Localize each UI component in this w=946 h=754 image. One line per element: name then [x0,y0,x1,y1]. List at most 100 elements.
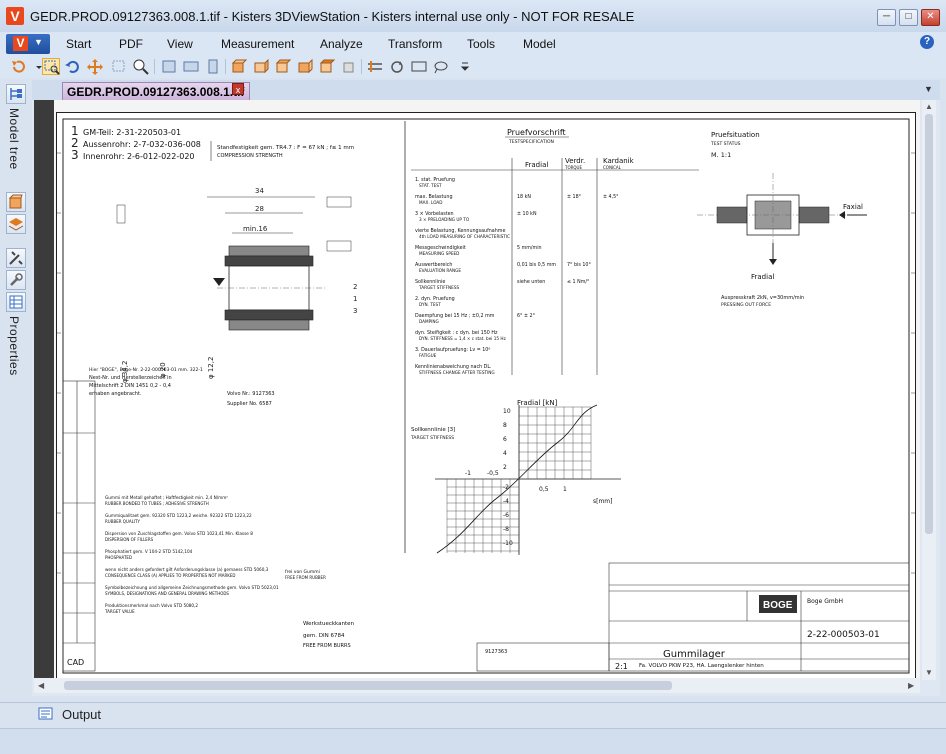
supplier-number: Supplier No. 6587 [227,401,272,407]
pan-icon[interactable] [86,58,104,75]
chart-target-en: TARGET STIFFNESS [410,435,454,441]
rectangle-icon[interactable] [410,58,428,75]
spec-row-en: DAMPING [419,319,439,324]
strength-note: Standfestigkeit gem. TR4.7 : F = 67 kN ;… [217,145,354,151]
drawing-viewport[interactable]: 1 GM-Teil: 2-31-220503-01 2 Aussenrohr: … [34,100,920,680]
chart-title: Fradial [kN] [517,399,558,407]
part-number: 2-22-000503-01 [807,630,880,640]
output-icon[interactable] [38,707,53,720]
spec-row-radial: ± 10 kN [517,211,537,217]
spec-row-torque: ± 18° [567,194,581,200]
spec-row-en: MEASURING SPEED [419,251,459,256]
rotate-icon[interactable] [64,58,82,75]
vertical-scroll-thumb[interactable] [925,114,933,534]
select-zoom-icon[interactable] [42,58,60,75]
wrench-icon[interactable] [6,270,26,290]
view-iso-icon[interactable] [340,58,358,75]
scale-value: 2:1 [615,662,628,671]
svg-text:TARGET VALUE: TARGET VALUE [104,609,135,614]
zoom-icon[interactable] [132,58,150,75]
header-line-1: GM-Teil: 2-31-220503-01 [83,128,181,137]
fit-width-icon[interactable] [182,58,200,75]
reset-view-icon[interactable] [10,58,28,75]
tab-list-icon[interactable]: ▼ [924,84,933,94]
title-bar: V GEDR.PROD.09127363.008.1.tif - Kisters… [0,0,946,33]
scale-label: M. 1:1 [711,151,731,159]
scroll-right-icon[interactable]: ▶ [908,681,914,690]
menu-pdf[interactable]: PDF [119,37,143,51]
minimize-button[interactable]: ─ [877,9,896,26]
svg-text:RUBBER QUALITY: RUBBER QUALITY [105,519,140,524]
lasso-icon[interactable] [432,58,450,75]
svg-text:Gummiqualitaet gem. 92320 STD: Gummiqualitaet gem. 92320 STD 1223,2 wei… [105,513,252,518]
spec-row-torque: 7° bis 10° [567,262,591,268]
app-menu-button[interactable]: V ▼ [6,34,50,54]
select-area-icon[interactable] [110,58,128,75]
view-top-icon[interactable] [318,58,336,75]
menu-start[interactable]: Start [66,37,91,51]
document-tabstrip: GEDR.PROD.09127363.008.1.tif x ▼ [32,80,940,100]
toolbar [0,56,946,78]
tools-icon[interactable] [6,248,26,268]
test-fixture-drawing [697,173,867,265]
scroll-down-icon[interactable]: ▼ [925,668,933,677]
spec-row-radial: 6° ± 2° [517,313,535,319]
col-conical-en: CONICAL [603,165,622,170]
drawing-canvas: 1 GM-Teil: 2-31-220503-01 2 Aussenrohr: … [57,118,915,674]
refresh-icon[interactable] [388,58,406,75]
dropdown-icon[interactable] [30,58,42,75]
spec-row-radial: 18 kN [517,194,531,200]
scroll-left-icon[interactable]: ◀ [38,681,44,690]
help-icon[interactable]: ? [920,35,934,49]
header-line-2: Aussenrohr: 2-7-032-036-008 [83,140,201,149]
toolbar-overflow-icon[interactable] [456,58,470,75]
menu-view[interactable]: View [167,37,193,51]
view-back-icon[interactable] [252,58,270,75]
strength-note-en: COMPRESSION STRENGTH [217,153,283,159]
model-tree-icon[interactable] [6,84,26,104]
chart-y-tick: 4 [503,450,507,457]
spec-row-en: EVALUATION RANGE [419,268,461,273]
vertical-scrollbar[interactable]: ▲ ▼ [922,100,936,680]
document-tab[interactable]: GEDR.PROD.09127363.008.1.tif [62,82,250,100]
scroll-up-icon[interactable]: ▲ [925,102,933,111]
parts-icon[interactable] [6,192,26,212]
properties-icon[interactable] [6,292,26,312]
spec-row-en: DYN. TEST [419,302,441,307]
deburr-label-2: gem. DIN 6784 [303,633,345,639]
horizontal-scrollbar[interactable]: ◀ ▶ [34,678,920,693]
svg-text:Gummi mit Metall gehaftet ; Ha: Gummi mit Metall gehaftet ; Haftfestigke… [105,495,228,500]
horizontal-scroll-thumb[interactable] [64,681,672,690]
menu-measurement[interactable]: Measurement [221,37,294,51]
menu-tools[interactable]: Tools [467,37,495,51]
part-name: Gummilager [663,649,726,660]
fit-height-icon[interactable] [204,58,222,75]
marking-text-4: erhaben angebracht. [89,391,142,397]
menu-transform[interactable]: Transform [388,37,442,51]
model-tree-tab[interactable]: Model tree [7,108,21,170]
flip-icon[interactable] [366,58,384,75]
chart-y-tick: -8 [503,526,509,533]
close-button[interactable]: ✕ [921,9,940,26]
chart-x-tick: 0,5 [539,486,549,493]
menu-analyze[interactable]: Analyze [320,37,363,51]
pressout-label-en: PRESSING OUT FORCE [721,302,771,308]
properties-tab[interactable]: Properties [7,316,21,376]
view-right-icon[interactable] [296,58,314,75]
spec-row-en: 4th LOAD MEASURING OF CHARACTERISTIC [419,234,510,239]
layers-icon[interactable] [6,214,26,234]
dim-34: 34 [255,187,264,195]
app-logo-icon: V [6,7,24,25]
status-bar [0,728,946,754]
view-left-icon[interactable] [274,58,292,75]
tab-close-icon[interactable]: x [232,83,244,95]
view-front-icon[interactable] [230,58,248,75]
cad-label: CAD [67,658,84,667]
menu-model[interactable]: Model [523,37,556,51]
col-radial: Fradial [525,161,548,169]
svg-text:SYMBOLS, DESIGNATIONS AND GENE: SYMBOLS, DESIGNATIONS AND GENERAL DRAWIN… [105,591,229,596]
maximize-button[interactable]: □ [899,9,918,26]
chart-y-tick: 2 [503,464,507,471]
output-tab[interactable]: Output [62,707,101,722]
fit-all-icon[interactable] [160,58,178,75]
